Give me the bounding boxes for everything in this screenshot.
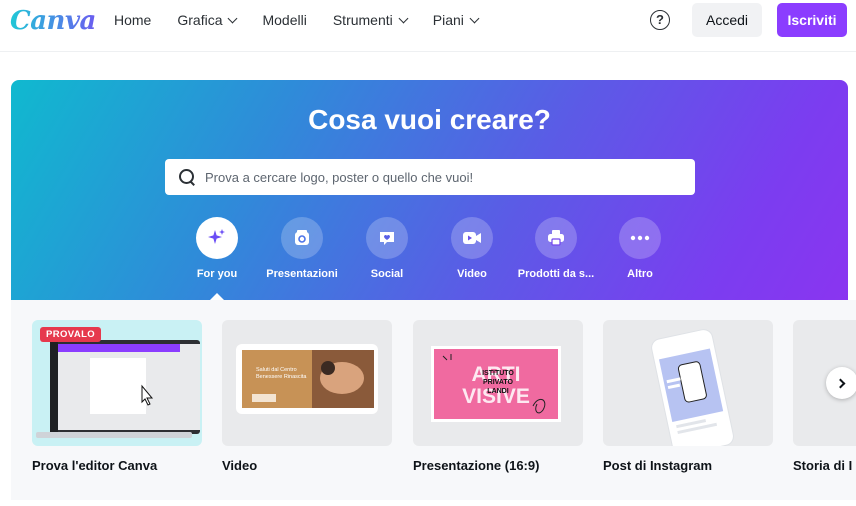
card-label: Prova l'editor Canva — [32, 458, 158, 473]
carousel-next-button[interactable] — [826, 367, 856, 399]
card-thumbnail — [603, 320, 773, 446]
chevron-down-icon — [398, 13, 409, 23]
presentation-icon — [281, 217, 323, 259]
card-video[interactable]: Saluti dal Centro Benessere Rinascita Vi… — [222, 320, 392, 473]
category-label: Video — [457, 268, 487, 280]
card-instagram-post[interactable]: Post di Instagram — [603, 320, 773, 473]
card-label: Storia di I — [793, 458, 853, 473]
menu-item-strumenti[interactable]: Strumenti — [332, 12, 409, 28]
help-icon[interactable]: ? — [650, 10, 670, 30]
main-menu: Home Grafica Modelli Strumenti Piani — [114, 0, 504, 40]
design-cards-row: PROVALO Prova l'editor Canva Saluti dal … — [11, 300, 856, 500]
category-label: Prodotti da s... — [517, 268, 595, 280]
chevron-down-icon — [469, 13, 480, 23]
menu-item-label: Grafica — [177, 12, 223, 28]
active-indicator — [209, 293, 225, 300]
top-navigation: Canva Home Grafica Modelli Strumenti Pia… — [0, 0, 856, 52]
hero-title: Cosa vuoi creare? — [308, 104, 551, 135]
card-label: Video — [222, 458, 258, 473]
heart-chat-icon — [366, 217, 408, 259]
menu-item-label: Piani — [432, 12, 464, 28]
login-button[interactable]: Accedi — [692, 3, 762, 37]
phone-illustration — [651, 329, 734, 446]
card-editor[interactable]: PROVALO Prova l'editor Canva — [32, 320, 202, 473]
category-label: Presentazioni — [266, 268, 338, 280]
menu-item-label: Modelli — [262, 12, 307, 28]
card-thumbnail: PROVALO — [32, 320, 202, 446]
category-social[interactable]: Social — [342, 217, 432, 280]
printer-icon — [535, 217, 577, 259]
category-altro[interactable]: Altro — [595, 217, 685, 280]
menu-item-label: Home — [114, 12, 152, 28]
canva-logo[interactable]: Canva — [10, 6, 96, 36]
menu-item-piani[interactable]: Piani — [432, 12, 480, 28]
video-camera-icon — [451, 217, 493, 259]
chevron-right-icon — [835, 378, 846, 388]
category-presentazioni[interactable]: Presentazioni — [257, 217, 347, 280]
search-input[interactable] — [205, 169, 675, 185]
card-label: Presentazione (16:9) — [413, 458, 540, 473]
category-prodotti-stampa[interactable]: Prodotti da s... — [511, 217, 601, 280]
try-badge: PROVALO — [40, 327, 102, 342]
thumb-subtitle: ISTITUTO PRIVATO LANDI — [482, 370, 514, 395]
video-illustration — [236, 344, 378, 414]
category-for-you[interactable]: For you — [172, 217, 262, 300]
hero-banner: Cosa vuoi creare? For you Presentazioni … — [11, 80, 848, 300]
search-icon — [179, 169, 195, 185]
signup-button[interactable]: Iscriviti — [777, 3, 847, 37]
category-label: Social — [370, 268, 404, 280]
card-thumbnail: ARTI VISIVE ISTITUTO PRIVATO LANDI — [413, 320, 583, 446]
category-video[interactable]: Video — [427, 217, 517, 280]
category-label: For you — [196, 268, 238, 280]
card-thumbnail: Saluti dal Centro Benessere Rinascita — [222, 320, 392, 446]
card-label: Post di Instagram — [603, 458, 713, 473]
menu-item-home[interactable]: Home — [114, 12, 151, 28]
more-dots-icon — [619, 217, 661, 259]
chevron-down-icon — [228, 13, 238, 23]
thumb-caption: Saluti dal Centro Benessere Rinascita — [256, 367, 307, 380]
menu-item-label: Strumenti — [332, 12, 393, 28]
menu-item-modelli[interactable]: Modelli — [262, 12, 306, 28]
sparkle-icon — [196, 217, 238, 259]
card-presentation[interactable]: ARTI VISIVE ISTITUTO PRIVATO LANDI Prese… — [413, 320, 583, 473]
search-bar[interactable] — [165, 159, 695, 195]
menu-item-grafica[interactable]: Grafica — [177, 12, 238, 28]
category-list: For you Presentazioni Social Video Prodo… — [11, 217, 848, 300]
category-label: Altro — [627, 268, 653, 280]
